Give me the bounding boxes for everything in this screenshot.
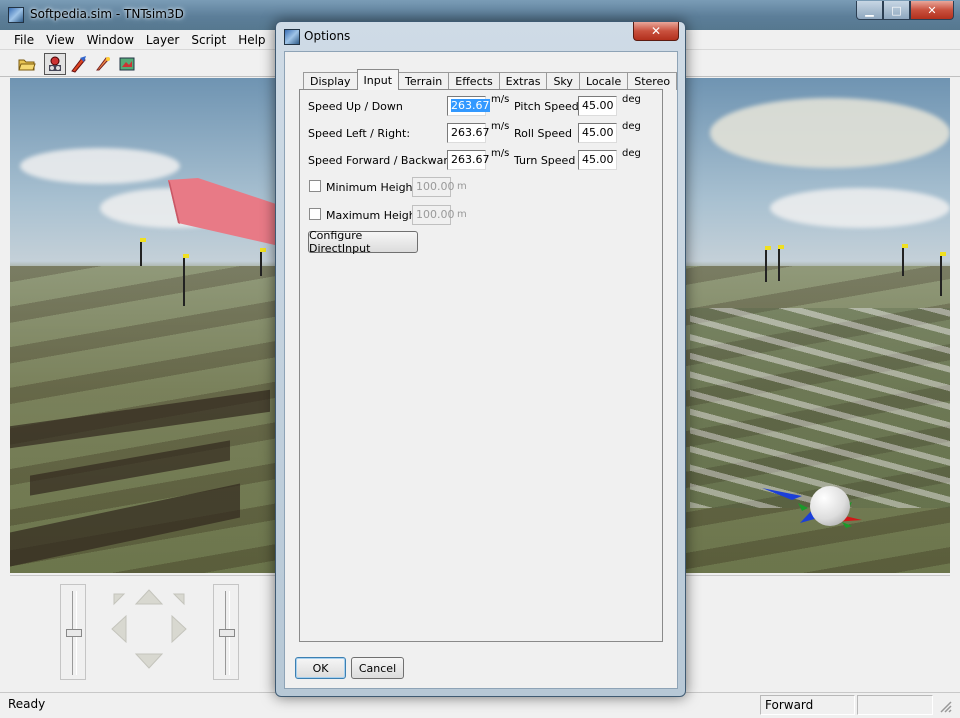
- tab-display[interactable]: Display: [303, 72, 358, 90]
- turn-speed-label: Turn Speed: [514, 154, 576, 167]
- camera-sphere: [810, 486, 850, 526]
- roll-speed-input[interactable]: 45.00: [578, 123, 617, 143]
- minimum-height-input[interactable]: 100.00: [412, 177, 455, 197]
- minimum-height-label: Minimum Height: [326, 181, 417, 194]
- pointer-tool-icon: [96, 57, 110, 71]
- camera-view-icon: [49, 56, 61, 71]
- camera-view-button[interactable]: [44, 53, 66, 75]
- ok-button[interactable]: OK: [295, 657, 346, 679]
- tab-terrain[interactable]: Terrain: [398, 72, 450, 90]
- fly-tool-icon: [71, 56, 86, 73]
- close-icon: ✕: [650, 24, 662, 38]
- maximum-height-label: Maximum Height: [326, 209, 421, 222]
- status-mode: Forward: [760, 695, 855, 715]
- rotation-slider[interactable]: [213, 584, 239, 680]
- speed-left-right-label: Speed Left / Right:: [308, 127, 411, 140]
- fly-tool-button[interactable]: [68, 53, 90, 75]
- maximize-icon: □: [891, 3, 902, 17]
- speed-left-right-input[interactable]: 263.67: [447, 123, 490, 143]
- tab-sky[interactable]: Sky: [546, 72, 580, 90]
- maximum-height-input[interactable]: 100.00: [412, 205, 455, 225]
- window-controls: ▁ □ ✕: [856, 1, 954, 20]
- dialog-close-button[interactable]: ✕: [633, 22, 679, 41]
- tab-extras[interactable]: Extras: [498, 72, 548, 90]
- input-tab-panel: Speed Up / Down 263.67 m/s Pitch Speed 4…: [299, 89, 663, 642]
- slider-thumb[interactable]: [219, 629, 235, 637]
- speed-forward-backward-input[interactable]: 263.67: [447, 150, 490, 170]
- slider-thumb[interactable]: [66, 629, 82, 637]
- direction-pad[interactable]: [110, 588, 188, 670]
- turn-speed-input[interactable]: 45.00: [578, 150, 617, 170]
- 3d-object-box: [168, 178, 288, 248]
- status-pane: [857, 695, 933, 715]
- flag-marker: [940, 252, 946, 296]
- pitch-speed-label: Pitch Speed: [514, 100, 579, 113]
- menu-file[interactable]: File: [8, 33, 40, 47]
- tab-locale[interactable]: Locale: [578, 72, 629, 90]
- maximum-height-checkbox[interactable]: [309, 208, 321, 220]
- resize-grip-icon[interactable]: [938, 699, 952, 713]
- flag-marker: [260, 248, 266, 276]
- speed-forward-backward-unit: m/s: [491, 148, 510, 159]
- altitude-slider[interactable]: [60, 584, 86, 680]
- close-button[interactable]: ✕: [910, 1, 954, 20]
- pitch-speed-unit: deg: [622, 94, 641, 105]
- app-icon: [8, 7, 24, 23]
- flag-marker: [778, 245, 784, 281]
- pointer-tool-button[interactable]: [92, 53, 114, 75]
- tab-effects[interactable]: Effects: [448, 72, 500, 90]
- minimum-height-unit: m: [457, 181, 467, 192]
- dialog-title: Options: [304, 29, 351, 43]
- flag-marker: [183, 254, 189, 306]
- menu-script[interactable]: Script: [185, 33, 232, 47]
- open-folder-icon: [18, 59, 36, 71]
- tab-stereo[interactable]: Stereo: [627, 72, 678, 90]
- status-text: Ready: [8, 697, 46, 711]
- flag-marker: [140, 238, 146, 266]
- window-title: Softpedia.sim - TNTsim3D: [30, 7, 184, 21]
- overlay-tool-icon: [119, 57, 135, 71]
- speed-up-down-input[interactable]: 263.67: [447, 96, 490, 116]
- speed-up-down-label: Speed Up / Down: [308, 100, 403, 113]
- speed-left-right-unit: m/s: [491, 121, 510, 132]
- tab-input[interactable]: Input: [356, 69, 400, 90]
- pitch-speed-input[interactable]: 45.00: [578, 96, 617, 116]
- close-icon: ✕: [927, 3, 937, 17]
- dialog-icon: [284, 29, 300, 45]
- roll-speed-unit: deg: [622, 121, 641, 132]
- menu-layer[interactable]: Layer: [140, 33, 185, 47]
- flag-marker: [902, 244, 908, 276]
- maximize-button[interactable]: □: [883, 1, 910, 20]
- open-button[interactable]: [16, 53, 38, 75]
- menu-help[interactable]: Help: [232, 33, 271, 47]
- configure-directinput-button[interactable]: Configure DirectInput: [308, 229, 418, 255]
- tab-strip: Display Input Terrain Effects Extras Sky…: [303, 69, 678, 90]
- menu-view[interactable]: View: [40, 33, 80, 47]
- dialog-client: Display Input Terrain Effects Extras Sky…: [284, 51, 678, 689]
- minimize-icon: ▁: [865, 3, 874, 17]
- options-dialog: Options ✕ Display Input Terrain Effects …: [275, 21, 686, 697]
- turn-speed-unit: deg: [622, 148, 641, 159]
- speed-up-down-unit: m/s: [491, 94, 510, 105]
- overlay-tool-button[interactable]: [116, 53, 138, 75]
- menu-window[interactable]: Window: [81, 33, 140, 47]
- minimize-button[interactable]: ▁: [856, 1, 883, 20]
- cancel-button[interactable]: Cancel: [351, 657, 404, 679]
- flag-marker: [765, 246, 771, 282]
- speed-forward-backward-label: Speed Forward / Backward:: [308, 154, 459, 167]
- maximum-height-unit: m: [457, 209, 467, 220]
- roll-speed-label: Roll Speed: [514, 127, 572, 140]
- minimum-height-checkbox[interactable]: [309, 180, 321, 192]
